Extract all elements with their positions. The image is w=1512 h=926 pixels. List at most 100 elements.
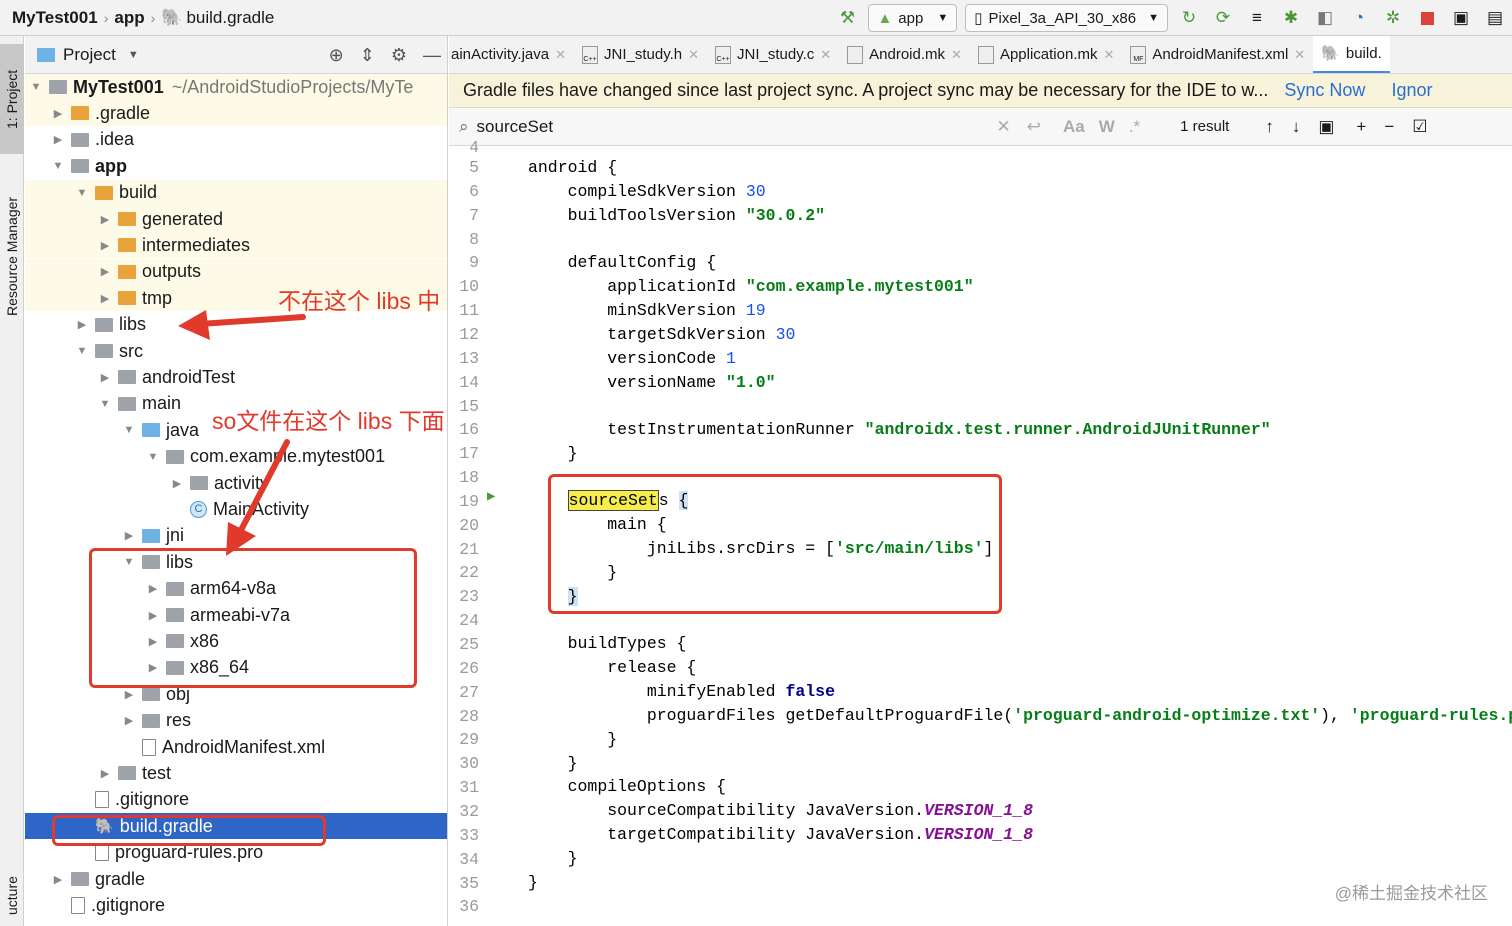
chevron-right-icon[interactable]: ▶	[98, 213, 112, 226]
close-icon[interactable]: ✕	[1294, 47, 1305, 63]
close-icon[interactable]: ✕	[555, 47, 566, 63]
ignore-link[interactable]: Ignor	[1391, 80, 1432, 101]
tree-item-test[interactable]: ▶ test	[25, 760, 447, 786]
tree-item-src[interactable]: ▼ src	[25, 338, 447, 364]
tab-mainactivity[interactable]: ainActivity.java ✕	[449, 36, 574, 73]
chevron-right-icon[interactable]: ▶	[170, 477, 184, 490]
chevron-right-icon[interactable]: ▶	[122, 529, 136, 542]
minimize-icon[interactable]: —	[423, 45, 441, 66]
search-input[interactable]: sourceSet	[477, 117, 997, 137]
source-folder-icon	[142, 528, 160, 543]
line-number: 15	[459, 396, 479, 416]
chevron-right-icon[interactable]: ▶	[98, 292, 112, 305]
project-structure-icon[interactable]: ▣	[1444, 0, 1478, 36]
debug-icon[interactable]: ✱	[1274, 0, 1308, 36]
tree-item-androidtest[interactable]: ▶ androidTest	[25, 364, 447, 390]
chevron-down-icon[interactable]: ▼	[128, 49, 139, 61]
breadcrumb-module[interactable]: app	[114, 8, 144, 28]
project-view-select[interactable]: Project	[63, 45, 116, 65]
tree-item-build[interactable]: ▼ build	[25, 179, 447, 206]
tree-item-intermediates[interactable]: ▶ intermediates	[25, 232, 447, 259]
tree-item-manifest[interactable]: AndroidManifest.xml	[25, 734, 447, 760]
words-toggle[interactable]: W	[1099, 117, 1115, 137]
gear-icon[interactable]: ⚙	[391, 45, 407, 66]
filter-icon[interactable]: ☑	[1412, 117, 1427, 137]
chevron-right-icon[interactable]: ▶	[98, 371, 112, 384]
close-icon[interactable]: ✕	[1103, 47, 1114, 63]
project-tool-tab[interactable]: 1: Project	[0, 44, 24, 154]
close-icon[interactable]: ✕	[688, 47, 699, 63]
collapse-all-icon[interactable]: ⇕	[360, 45, 375, 66]
select-all-icon[interactable]: ▣	[1318, 117, 1334, 137]
attach-debugger-icon[interactable]: ◔	[1342, 0, 1376, 36]
tree-item-generated[interactable]: ▶ generated	[25, 206, 447, 232]
tab-manifest[interactable]: MF AndroidManifest.xml ✕	[1122, 36, 1313, 73]
tree-item-root-gitignore[interactable]: .gitignore	[25, 892, 447, 918]
apply-changes-icon[interactable]: ⟳	[1206, 0, 1240, 36]
chevron-down-icon[interactable]: ▼	[75, 187, 89, 199]
chevron-right-icon[interactable]: ▶	[98, 767, 112, 780]
close-icon[interactable]: ✕	[820, 47, 831, 63]
logcat-icon[interactable]: ≡	[1240, 0, 1274, 36]
sync-now-link[interactable]: Sync Now	[1284, 80, 1365, 101]
tree-item-mainactivity[interactable]: C MainActivity	[25, 496, 447, 522]
tab-application-mk[interactable]: Application.mk ✕	[970, 36, 1122, 73]
chevron-right-icon: ›	[103, 9, 109, 26]
hammer-icon[interactable]: ⚒	[830, 0, 864, 36]
chevron-down-icon[interactable]: ▼	[98, 398, 112, 410]
arrow-up-icon[interactable]: ↑	[1265, 117, 1274, 137]
rerun-icon[interactable]: ↻	[1172, 0, 1206, 36]
tree-item-root[interactable]: ▼ MyTest001 ~/AndroidStudioProjects/MyTe	[25, 74, 447, 100]
clear-icon[interactable]: ✕	[997, 117, 1011, 137]
chevron-down-icon[interactable]: ▼	[51, 160, 65, 172]
chevron-down-icon[interactable]: ▼	[146, 451, 160, 463]
tree-item-package[interactable]: ▼ com.example.mytest001	[25, 444, 447, 470]
chevron-right-icon[interactable]: ▶	[51, 873, 65, 886]
chevron-right-icon[interactable]: ▶	[98, 265, 112, 278]
profile-icon[interactable]: ◧	[1308, 0, 1342, 36]
tab-label: build.	[1345, 44, 1382, 62]
chevron-right-icon[interactable]: ▶	[75, 318, 89, 331]
chevron-right-icon[interactable]: ▶	[122, 714, 136, 727]
arrow-down-icon[interactable]: ↓	[1292, 117, 1301, 137]
run-config-select[interactable]: ▲ app ▼	[868, 4, 958, 32]
chevron-right-icon[interactable]: ▶	[51, 107, 65, 120]
tree-item-app-gitignore[interactable]: .gitignore	[25, 787, 447, 813]
remove-occurrence-icon[interactable]: −	[1384, 117, 1394, 137]
tree-item-gradle-dir[interactable]: ▶ .gradle	[25, 100, 447, 127]
tree-item-jni[interactable]: ▶ jni	[25, 523, 447, 549]
run-gutter-icon[interactable]: ▶	[487, 488, 495, 505]
breadcrumb-file[interactable]: build.gradle	[186, 8, 274, 28]
tree-item-activity[interactable]: ▶ activity	[25, 470, 447, 496]
tab-android-mk[interactable]: Android.mk ✕	[839, 36, 970, 73]
chevron-down-icon[interactable]: ▼	[75, 345, 89, 357]
tab-jni-study-c[interactable]: C++ JNI_study.c ✕	[707, 36, 839, 73]
locate-icon[interactable]: ⊕	[329, 45, 344, 66]
tree-item-app[interactable]: ▼ app	[25, 153, 447, 179]
chevron-down-icon[interactable]: ▼	[29, 81, 43, 93]
breadcrumb-project[interactable]: MyTest001	[12, 8, 98, 28]
tab-build-gradle[interactable]: 🐘 build.	[1313, 36, 1390, 73]
tab-jni-study-h[interactable]: C++ JNI_study.h ✕	[574, 36, 707, 73]
chevron-right-icon[interactable]: ▶	[51, 133, 65, 146]
close-icon[interactable]: ✕	[951, 47, 962, 63]
stop-icon[interactable]	[1410, 0, 1444, 36]
tree-item-outputs[interactable]: ▶ outputs	[25, 258, 447, 285]
bug-icon[interactable]: ✲	[1376, 0, 1410, 36]
text-file-icon	[95, 844, 109, 862]
line-number: 28	[459, 706, 479, 726]
device-select[interactable]: ▯ Pixel_3a_API_30_x86 ▼	[965, 4, 1168, 32]
regex-toggle[interactable]: .*	[1129, 117, 1140, 137]
newline-icon[interactable]: ↩	[1027, 117, 1041, 137]
tree-item-res[interactable]: ▶ res	[25, 708, 447, 734]
match-case-toggle[interactable]: Aa	[1063, 117, 1085, 137]
tree-item-idea[interactable]: ▶ .idea	[25, 127, 447, 153]
tree-item-gradle[interactable]: ▶ gradle	[25, 866, 447, 892]
resource-manager-tab[interactable]: Resource Manager	[0, 166, 24, 346]
chevron-down-icon[interactable]: ▼	[122, 424, 136, 436]
add-occurrence-icon[interactable]: +	[1356, 117, 1366, 137]
chevron-right-icon[interactable]: ▶	[98, 239, 112, 252]
sdk-manager-icon[interactable]: ▤	[1478, 0, 1512, 36]
structure-tab[interactable]: ucture	[0, 866, 24, 926]
chevron-right-icon[interactable]: ▶	[122, 688, 136, 701]
